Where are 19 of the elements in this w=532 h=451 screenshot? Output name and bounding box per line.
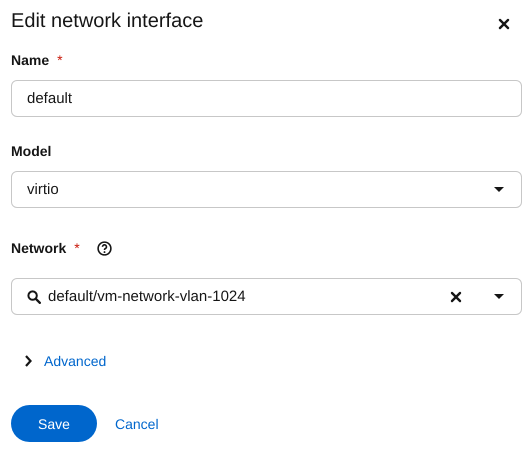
search-select-field[interactable]: default/vm-network-vlan-1024 [11,278,522,315]
select-field[interactable]: virtio [11,171,522,208]
field-label: Model [11,143,52,159]
save-button[interactable]: Save [11,405,97,442]
text-field[interactable]: default [11,80,522,117]
chevron-icon[interactable] [24,355,32,367]
dialog-title: Edit network interface [11,8,204,32]
help-icon[interactable] [96,240,112,256]
close-icon[interactable] [498,18,510,30]
required-mark: * [57,52,63,68]
field-label: Network [11,240,66,256]
advanced-toggle[interactable]: Advanced [44,353,106,369]
caret-icon [494,294,504,299]
required-mark: * [74,240,80,256]
search-icon [27,290,41,304]
cancel-button[interactable]: Cancel [103,405,171,442]
caret-icon [494,187,504,192]
field-label: Name [11,52,50,68]
clear-icon[interactable] [450,290,462,302]
